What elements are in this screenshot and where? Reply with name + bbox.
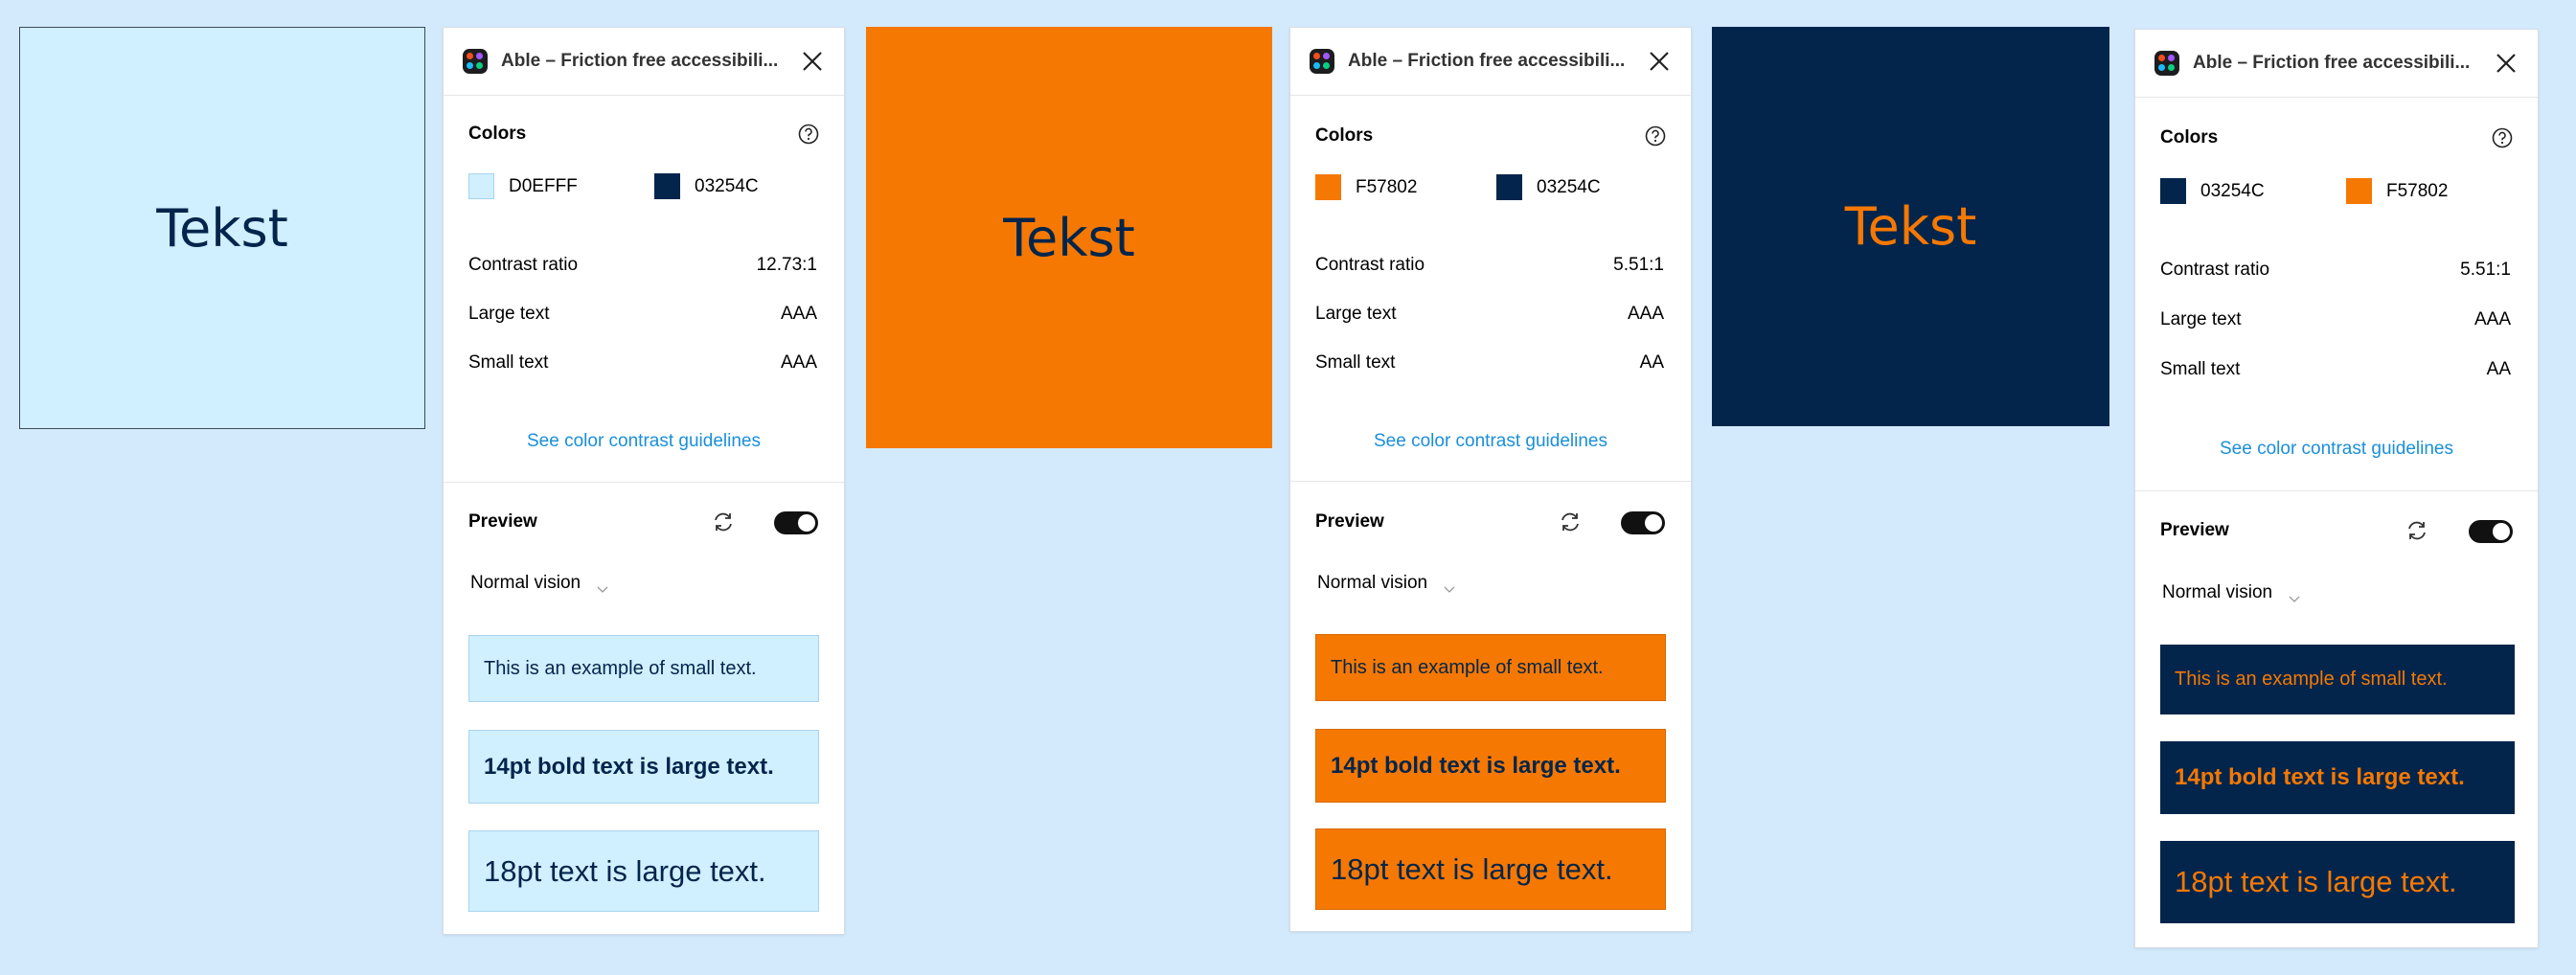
- color2-swatch[interactable]: [1496, 174, 1522, 200]
- large-text-label: Large text: [468, 304, 550, 324]
- refresh-icon[interactable]: [710, 509, 737, 535]
- preview-small-text: This is an example of small text.: [2160, 645, 2515, 714]
- contrast-ratio-value: 5.51:1: [2460, 260, 2511, 280]
- figma-logo-icon: [463, 49, 488, 74]
- large-text-rating: AAA: [1627, 304, 1664, 324]
- small-text-label: Small text: [1315, 352, 1396, 373]
- close-icon[interactable]: [2494, 51, 2519, 76]
- preview-large-text: 18pt text is large text.: [2160, 841, 2515, 923]
- swatch-text: Tekst: [1844, 196, 1977, 257]
- help-icon[interactable]: [1645, 125, 1666, 147]
- close-icon[interactable]: [800, 49, 825, 74]
- color2-hex[interactable]: 03254C: [1537, 177, 1601, 198]
- divider: [2135, 490, 2538, 491]
- help-icon[interactable]: [798, 124, 819, 145]
- contrast-ratio-label: Contrast ratio: [2160, 260, 2270, 280]
- figma-logo-icon: [2154, 51, 2179, 76]
- color1-swatch[interactable]: [2160, 178, 2186, 204]
- small-text-rating: AA: [2486, 359, 2511, 379]
- color1-hex[interactable]: D0EFFF: [509, 176, 578, 197]
- color-swatch-light-blue: Tekst: [19, 27, 425, 429]
- contrast-ratio-value: 5.51:1: [1613, 255, 1664, 275]
- color-swatch-orange: Tekst: [866, 27, 1272, 448]
- contrast-guidelines-link[interactable]: See color contrast guidelines: [444, 431, 844, 452]
- large-text-label: Large text: [2160, 309, 2242, 329]
- small-text-label: Small text: [2160, 359, 2241, 379]
- large-text-rating: AAA: [780, 304, 817, 324]
- refresh-icon[interactable]: [2404, 517, 2430, 544]
- contrast-guidelines-link[interactable]: See color contrast guidelines: [1290, 431, 1691, 452]
- panel-title: Able – Friction free accessibili...: [1348, 51, 1626, 71]
- chevron-down-icon[interactable]: [1444, 581, 1455, 593]
- preview-small-text: This is an example of small text.: [1315, 634, 1666, 701]
- color2-swatch[interactable]: [2346, 178, 2372, 204]
- toggle-knob: [2493, 523, 2510, 540]
- panel-title: Able – Friction free accessibili...: [501, 51, 779, 71]
- colors-heading: Colors: [2160, 127, 2219, 147]
- panel-header: Able – Friction free accessibili...: [444, 28, 844, 96]
- small-text-rating: AA: [1639, 352, 1664, 373]
- help-icon[interactable]: [2492, 127, 2513, 148]
- preview-toggle[interactable]: [2469, 520, 2513, 543]
- colors-heading: Colors: [1315, 125, 1374, 146]
- preview-bold-text: 14pt bold text is large text.: [468, 730, 819, 804]
- panel-title: Able – Friction free accessibili...: [2193, 53, 2471, 73]
- large-text-label: Large text: [1315, 304, 1397, 324]
- divider: [1290, 481, 1691, 482]
- chevron-down-icon[interactable]: [2289, 591, 2300, 602]
- contrast-ratio-value: 12.73:1: [756, 255, 817, 275]
- able-plugin-panel-2: Able – Friction free accessibili... Colo…: [1289, 27, 1692, 932]
- preview-large-text: 18pt text is large text.: [1315, 828, 1666, 910]
- preview-bold-text: 14pt bold text is large text.: [1315, 729, 1666, 803]
- able-plugin-panel-3: Able – Friction free accessibili... Colo…: [2134, 29, 2539, 948]
- preview-heading: Preview: [1315, 511, 1384, 532]
- figma-logo-icon: [1310, 49, 1334, 74]
- preview-large-text: 18pt text is large text.: [468, 830, 819, 912]
- able-plugin-panel-1: Able – Friction free accessibili... Colo…: [443, 27, 845, 935]
- panel-header: Able – Friction free accessibili...: [1290, 28, 1691, 96]
- color1-hex[interactable]: 03254C: [2200, 181, 2265, 202]
- preview-heading: Preview: [468, 511, 537, 532]
- preview-toggle[interactable]: [1621, 511, 1665, 534]
- small-text-rating: AAA: [780, 352, 817, 373]
- preview-bold-text: 14pt bold text is large text.: [2160, 741, 2515, 814]
- toggle-knob: [798, 514, 815, 532]
- preview-toggle[interactable]: [774, 511, 818, 534]
- color1-hex[interactable]: F57802: [1356, 177, 1417, 198]
- swatch-text: Tekst: [156, 197, 288, 259]
- vision-dropdown[interactable]: Normal vision: [470, 573, 581, 594]
- contrast-ratio-label: Contrast ratio: [1315, 255, 1425, 275]
- small-text-label: Small text: [468, 352, 549, 373]
- vision-dropdown[interactable]: Normal vision: [2162, 582, 2272, 603]
- contrast-ratio-label: Contrast ratio: [468, 255, 579, 275]
- chevron-down-icon[interactable]: [597, 581, 608, 593]
- large-text-rating: AAA: [2473, 309, 2511, 329]
- color2-hex[interactable]: 03254C: [695, 176, 759, 197]
- color-swatch-navy: Tekst: [1712, 27, 2109, 426]
- color1-swatch[interactable]: [468, 173, 494, 199]
- contrast-guidelines-link[interactable]: See color contrast guidelines: [2135, 439, 2538, 460]
- swatch-text: Tekst: [1003, 207, 1135, 268]
- divider: [444, 482, 844, 483]
- close-icon[interactable]: [1647, 49, 1672, 74]
- color2-hex[interactable]: F57802: [2386, 181, 2448, 202]
- toggle-knob: [1645, 514, 1662, 532]
- panel-header: Able – Friction free accessibili...: [2135, 30, 2538, 98]
- preview-heading: Preview: [2160, 520, 2229, 540]
- preview-small-text: This is an example of small text.: [468, 635, 819, 702]
- color2-swatch[interactable]: [654, 173, 680, 199]
- colors-heading: Colors: [468, 124, 527, 144]
- vision-dropdown[interactable]: Normal vision: [1317, 573, 1427, 594]
- color1-swatch[interactable]: [1315, 174, 1341, 200]
- refresh-icon[interactable]: [1557, 509, 1584, 535]
